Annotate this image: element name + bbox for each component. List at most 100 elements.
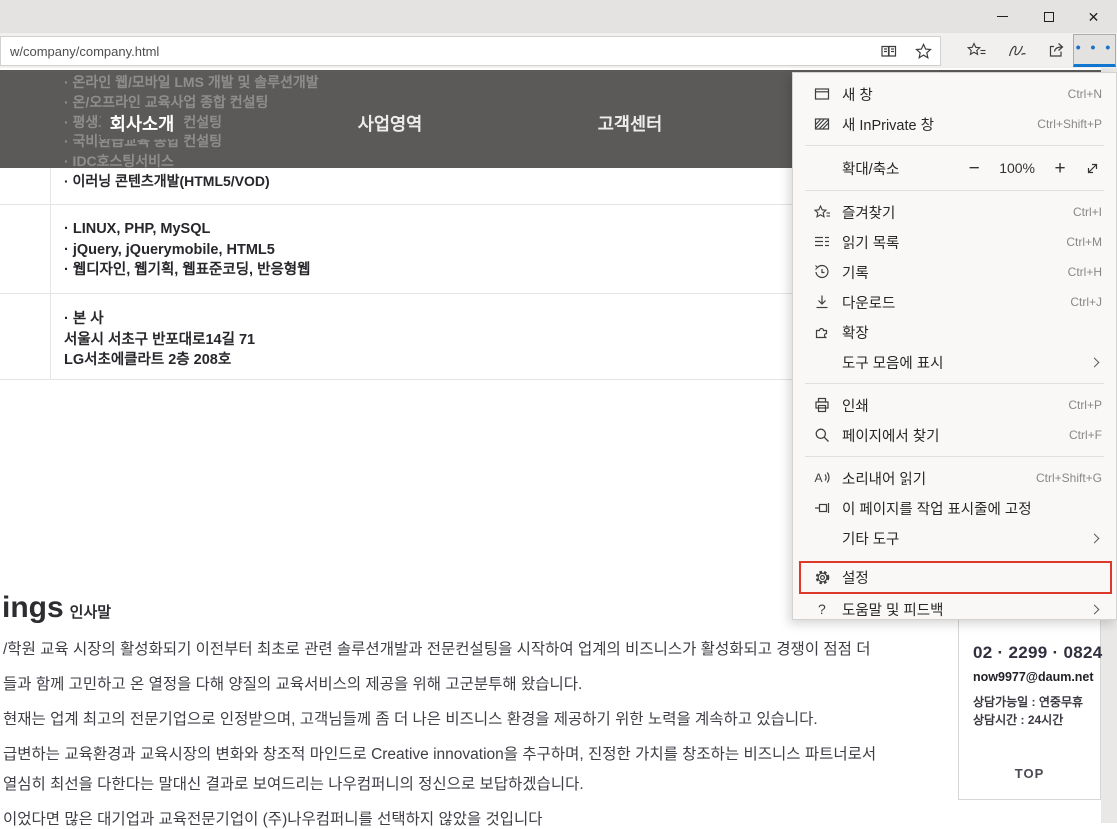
contact-days: 상담가능일 : 연중무휴	[973, 693, 1083, 710]
settings-and-more-button[interactable]: • • •	[1073, 34, 1116, 67]
contact-widget: 02 · 2299 · 0824 now9977@daum.net 상담가능일 …	[958, 616, 1101, 800]
list-item: · LINUX, PHP, MySQL	[64, 219, 310, 240]
add-favorite-star-icon	[915, 43, 932, 60]
minimize-button[interactable]	[980, 0, 1025, 33]
history-clock-icon	[813, 263, 831, 281]
nav-item-customer[interactable]: 고객센터	[589, 108, 671, 139]
table-column-divider	[50, 168, 51, 380]
menu-item-label: 확장	[842, 322, 1102, 343]
greetings-heading: ings 인사말	[2, 591, 111, 625]
reading-list-icon	[813, 233, 831, 251]
close-button[interactable]: ✕	[1071, 0, 1116, 33]
menu-item-label: 새 InPrivate 창	[842, 114, 1037, 135]
reading-view-book-icon	[880, 43, 898, 59]
menu-item-extensions[interactable]: 확장	[793, 317, 1116, 347]
greetings-heading-en: ings	[2, 591, 64, 624]
greeting-paragraph: 급변하는 교육환경과 교육시장의 변화와 창조적 마인드로 Creative i…	[3, 742, 876, 764]
title-bar: ✕	[0, 0, 1117, 33]
greeting-paragraph: /학원 교육 시장의 활성화되기 이전부터 최초로 관련 솔루션개발과 전문컨설…	[3, 637, 870, 659]
menu-item-favorites[interactable]: 즐겨찾기 Ctrl+I	[793, 197, 1116, 227]
submenu-chevron-icon	[1090, 604, 1100, 614]
menu-item-shortcut: Ctrl+J	[1070, 295, 1102, 309]
extensions-puzzle-icon	[813, 323, 831, 341]
help-question-icon: ?	[813, 600, 831, 618]
fullscreen-icon	[1085, 161, 1100, 176]
submenu-chevron-icon	[1090, 533, 1100, 543]
new-window-icon	[813, 85, 831, 103]
menu-separator	[805, 383, 1104, 384]
greeting-paragraph: 들과 함께 고민하고 온 열정을 다해 양질의 교육서비스의 제공을 위해 고군…	[3, 672, 582, 694]
list-item: · 웹디자인, 웹기획, 웹표준코딩, 반응형웹	[64, 260, 310, 281]
greeting-paragraph: 현재는 업계 최고의 전문기업으로 인정받으며, 고객님들께 좀 더 나은 비즈…	[3, 707, 818, 729]
address-block: · 본 사 서울시 서초구 반포대로14길 71 LG서초에클라트 2층 208…	[64, 309, 255, 371]
address-bar[interactable]: w/company/company.html	[0, 36, 941, 66]
url-text[interactable]: w/company/company.html	[10, 44, 872, 59]
add-favorite-button[interactable]	[906, 37, 940, 65]
zoom-label: 확대/축소	[842, 158, 963, 179]
menu-item-help-feedback[interactable]: ? 도움말 및 피드백	[793, 594, 1116, 620]
menu-item-new-inprivate-window[interactable]: 새 InPrivate 창 Ctrl+Shift+P	[793, 109, 1116, 139]
screenshot-root: { "window": { "minimize": "minimize", "m…	[0, 0, 1117, 823]
download-icon	[813, 293, 831, 311]
share-icon	[1048, 42, 1067, 59]
menu-item-reading-list[interactable]: 읽기 목록 Ctrl+M	[793, 227, 1116, 257]
fullscreen-button[interactable]	[1085, 161, 1100, 176]
menu-item-label: 다운로드	[842, 292, 1070, 313]
edge-more-menu: 새 창 Ctrl+N 새 InPrivate 창 Ctrl+Shift+P 확대…	[792, 72, 1117, 620]
inprivate-icon	[813, 115, 831, 133]
browser-toolbar: w/company/company.html	[0, 33, 1117, 68]
menu-item-read-aloud[interactable]: A 소리내어 읽기 Ctrl+Shift+G	[793, 463, 1116, 493]
ink-pen-icon	[1008, 42, 1027, 59]
menu-item-downloads[interactable]: 다운로드 Ctrl+J	[793, 287, 1116, 317]
gear-icon	[813, 569, 831, 587]
menu-item-print[interactable]: 인쇄 Ctrl+P	[793, 390, 1116, 420]
maximize-button[interactable]	[1026, 0, 1071, 33]
menu-item-shortcut: Ctrl+P	[1068, 398, 1102, 412]
svg-text:A: A	[814, 471, 822, 485]
menu-item-find-on-page[interactable]: 페이지에서 찾기 Ctrl+F	[793, 420, 1116, 450]
reading-view-button[interactable]	[872, 37, 906, 65]
print-icon	[813, 396, 831, 414]
menu-item-label: 기타 도구	[842, 528, 1091, 549]
contact-hours: 상담시간 : 24시간	[973, 711, 1063, 728]
menu-item-more-tools[interactable]: 기타 도구	[793, 523, 1116, 553]
top-button[interactable]: TOP	[959, 747, 1100, 800]
address-line: · 본 사	[64, 309, 255, 330]
find-magnifier-icon	[813, 426, 831, 444]
menu-item-label: 도움말 및 피드백	[842, 599, 1091, 620]
greeting-paragraph: 열심히 최선을 다한다는 말대신 결과로 보여드리는 나우컴퍼니의 정신으로 보…	[3, 772, 584, 794]
menu-item-shortcut: Ctrl+M	[1066, 235, 1102, 249]
menu-item-shortcut: Ctrl+I	[1073, 205, 1102, 219]
nav-item-company[interactable]: 회사소개	[101, 108, 183, 139]
menu-item-label: 페이지에서 찾기	[842, 425, 1069, 446]
zoom-out-button[interactable]: −	[963, 159, 985, 178]
menu-item-settings[interactable]: 설정	[793, 561, 1116, 594]
minimize-icon	[997, 16, 1008, 18]
menu-item-history[interactable]: 기록 Ctrl+H	[793, 257, 1116, 287]
maximize-icon	[1044, 12, 1054, 22]
menu-item-shortcut: Ctrl+N	[1068, 87, 1102, 101]
svg-text:?: ?	[818, 601, 826, 617]
greetings-heading-ko: 인사말	[70, 604, 111, 621]
list-item: · 온라인 웹/모바일 LMS 개발 및 솔루션개발	[64, 73, 319, 93]
nav-item-business[interactable]: 사업영역	[349, 108, 431, 139]
menu-item-label: 즐겨찾기	[842, 202, 1073, 223]
web-note-button[interactable]	[997, 34, 1037, 67]
favorites-hub-icon	[967, 42, 987, 59]
menu-item-label: 설정	[842, 567, 1102, 588]
menu-item-label: 새 창	[842, 84, 1068, 105]
contact-email: now9977@daum.net	[973, 670, 1094, 684]
address-line: LG서초에클라트 2층 208호	[64, 350, 255, 371]
zoom-in-button[interactable]: +	[1049, 159, 1071, 178]
list-item: · jQuery, jQuerymobile, HTML5	[64, 240, 310, 261]
menu-item-zoom: 확대/축소 − 100% +	[793, 152, 1116, 184]
menu-item-pin-to-taskbar[interactable]: 이 페이지를 작업 표시줄에 고정	[793, 493, 1116, 523]
share-button[interactable]	[1037, 34, 1077, 67]
menu-item-new-window[interactable]: 새 창 Ctrl+N	[793, 79, 1116, 109]
zoom-controls: − 100% +	[963, 159, 1102, 178]
read-aloud-icon: A	[813, 469, 831, 487]
favorites-hub-button[interactable]	[957, 34, 997, 67]
menu-item-show-in-toolbar[interactable]: 도구 모음에 표시	[793, 347, 1116, 377]
menu-item-label: 도구 모음에 표시	[842, 352, 1091, 373]
menu-item-shortcut: Ctrl+F	[1069, 428, 1102, 442]
